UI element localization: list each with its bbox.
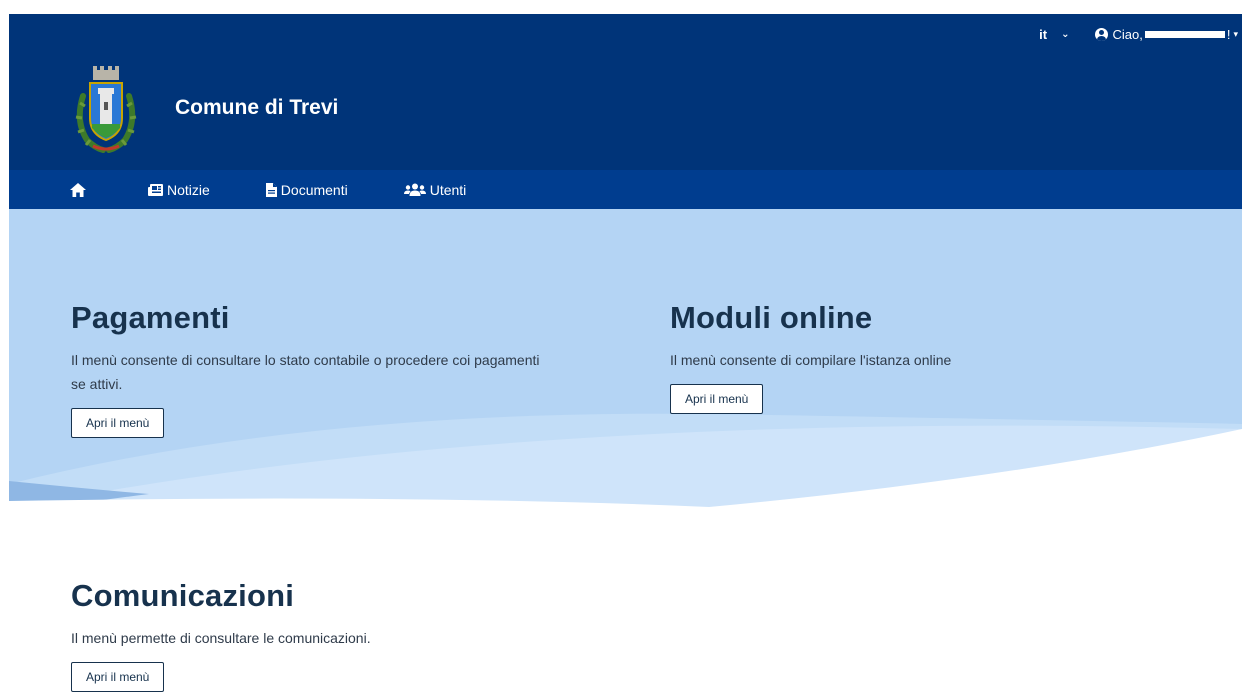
- site-header: it ⌄ Ciao, ! ▾ Comune di Trevi: [9, 14, 1242, 170]
- nav-home[interactable]: [70, 182, 90, 197]
- open-menu-button[interactable]: Apri il menù: [71, 408, 165, 438]
- nav-item-label: Notizie: [167, 181, 210, 198]
- page: it ⌄ Ciao, ! ▾ Comune di Trevi Notizie D…: [0, 0, 1242, 697]
- card-description: Il menù permette di consultare le comuni…: [71, 630, 371, 646]
- card-comunicazioni: Comunicazioni Il menù permette di consul…: [71, 578, 551, 692]
- nav-item-notizie[interactable]: Notizie: [148, 182, 210, 198]
- card-description: Il menù consente di compilare l'istanza …: [670, 352, 952, 368]
- user-circle-icon: [1095, 27, 1109, 41]
- user-menu[interactable]: Ciao, ! ▾: [1095, 27, 1238, 42]
- language-label: it: [1039, 26, 1048, 42]
- open-menu-button[interactable]: Apri il menù: [670, 384, 764, 414]
- card-description: Il menù consente di consultare lo stato …: [71, 352, 540, 392]
- card-title: Moduli online: [670, 300, 873, 335]
- nav-item-utenti[interactable]: Utenti: [403, 181, 467, 198]
- nav-item-label: Documenti: [280, 181, 348, 198]
- language-selector[interactable]: it ⌄: [1039, 27, 1069, 42]
- slim-header-bar: it ⌄ Ciao, ! ▾: [1039, 14, 1242, 54]
- open-menu-button[interactable]: Apri il menù: [71, 662, 165, 692]
- card-title: Pagamenti: [71, 300, 230, 335]
- nav-item-label: Utenti: [429, 181, 467, 198]
- card-title: Comunicazioni: [71, 578, 295, 613]
- redacted-username: [1144, 30, 1225, 38]
- nav-item-documenti[interactable]: Documenti: [265, 181, 348, 198]
- brand[interactable]: Comune di Trevi: [73, 66, 339, 154]
- users-icon: [403, 183, 426, 196]
- chevron-down-icon: ⌄: [1061, 28, 1070, 40]
- top-strip: [0, 0, 1242, 14]
- card-moduli-online: Moduli online Il menù consente di compil…: [670, 300, 1150, 414]
- main-nav: Notizie Documenti Utenti: [9, 170, 1242, 209]
- home-icon: [70, 182, 86, 197]
- greeting-prefix: Ciao,: [1112, 26, 1143, 42]
- card-pagamenti: Pagamenti Il menù consente di consultare…: [71, 300, 551, 438]
- site-title: Comune di Trevi: [175, 96, 339, 119]
- coat-of-arms-icon: [75, 66, 137, 153]
- caret-down-icon: ▾: [1233, 28, 1238, 39]
- newspaper-icon: [148, 183, 163, 196]
- greeting-suffix: !: [1226, 26, 1231, 42]
- file-icon: [265, 182, 277, 197]
